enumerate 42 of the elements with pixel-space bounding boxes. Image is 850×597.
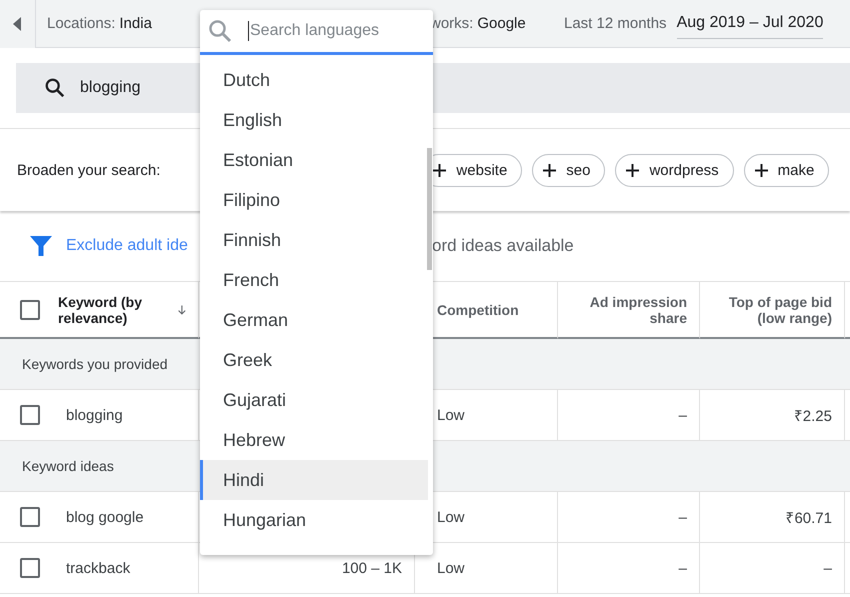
suggestion-chip[interactable]: wordpress bbox=[615, 154, 734, 186]
suggestion-chip[interactable]: seo bbox=[532, 154, 606, 186]
keyword-cell: blogging bbox=[66, 406, 123, 424]
table-cell: Low bbox=[437, 560, 465, 576]
table-cell-text: ₹2.25 bbox=[794, 407, 832, 425]
checkbox[interactable] bbox=[20, 507, 40, 527]
date-range-label: Last 12 months bbox=[564, 15, 667, 32]
plus-icon bbox=[543, 164, 556, 176]
exclude-adult-link[interactable]: Exclude adult ide bbox=[66, 237, 188, 255]
search-value: blogging bbox=[80, 79, 140, 97]
table-cell: – bbox=[678, 560, 687, 576]
plus-icon bbox=[626, 164, 640, 176]
checkbox[interactable] bbox=[20, 558, 40, 578]
column-header[interactable]: Competition bbox=[437, 302, 519, 318]
table-cell: Low bbox=[437, 406, 465, 424]
keyword-cell: blog google bbox=[66, 508, 144, 526]
arrow-down-icon[interactable] bbox=[178, 302, 186, 316]
table-cell-text: ₹60.71 bbox=[785, 509, 832, 527]
locations-value[interactable]: India bbox=[119, 15, 152, 32]
search-icon bbox=[44, 77, 66, 99]
plus-icon bbox=[433, 164, 446, 176]
locations-label: Locations: bbox=[47, 15, 116, 32]
table-cell: 100 – 1K bbox=[342, 560, 402, 576]
suggestion-chip[interactable]: make bbox=[744, 154, 830, 186]
date-range-field[interactable]: Aug 2019 – Jul 2020 bbox=[676, 8, 824, 39]
caret-left-icon bbox=[13, 16, 22, 30]
ideas-summary: ord ideas available bbox=[432, 236, 575, 256]
back-button[interactable] bbox=[0, 0, 36, 48]
search-icon bbox=[208, 19, 232, 43]
keyword-cell: trackback bbox=[66, 560, 130, 576]
networks-value[interactable]: Google bbox=[477, 15, 526, 32]
language-option[interactable]: Hindi bbox=[200, 460, 428, 500]
scrollbar-thumb[interactable] bbox=[427, 148, 432, 270]
plus-icon bbox=[754, 164, 768, 176]
funnel-icon[interactable] bbox=[30, 236, 52, 256]
checkbox[interactable] bbox=[20, 300, 40, 320]
broaden-label: Broaden your search: bbox=[17, 162, 160, 178]
table-cell: Low bbox=[437, 508, 465, 526]
checkbox[interactable] bbox=[20, 405, 40, 425]
table-cell: – bbox=[678, 508, 687, 526]
table-cell: – bbox=[678, 406, 687, 424]
table-cell: – bbox=[824, 560, 832, 576]
